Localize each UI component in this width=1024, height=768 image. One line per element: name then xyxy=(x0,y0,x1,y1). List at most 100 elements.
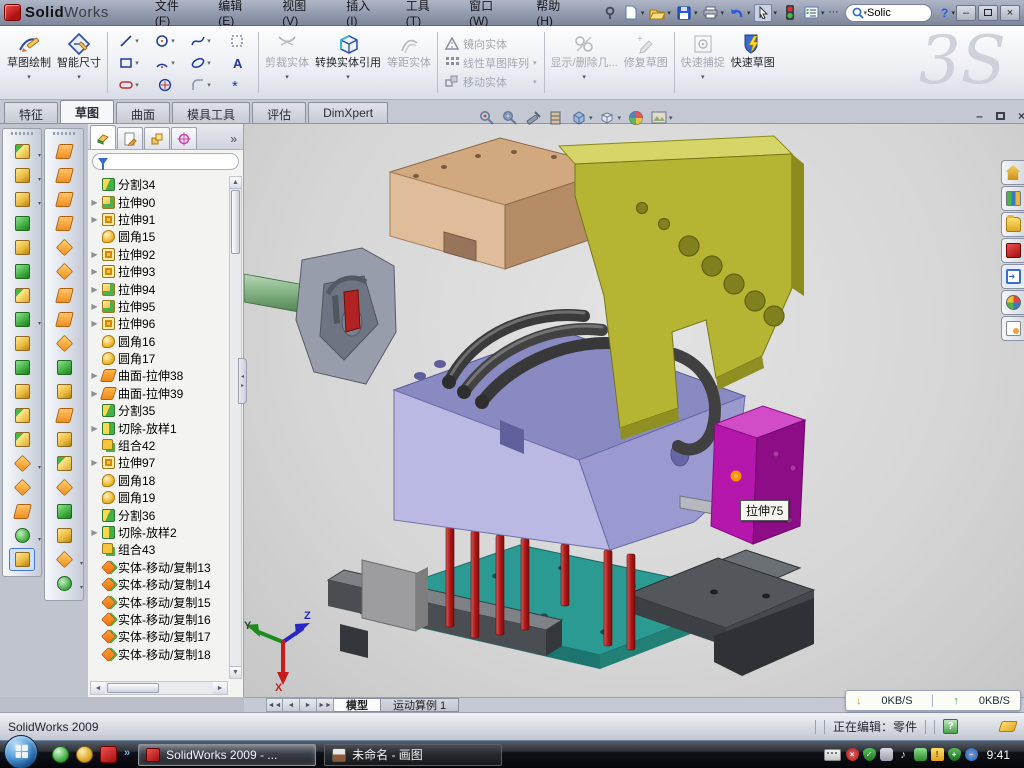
sketch-fillet-dropdown[interactable]: ▾ xyxy=(207,81,211,89)
extruded-surface-icon[interactable]: ▾ xyxy=(51,140,77,163)
sketch-fillet-icon[interactable] xyxy=(191,78,205,92)
toolbar-dropdown[interactable]: ▾ xyxy=(38,200,41,207)
reference-geometry-icon[interactable]: ▾ xyxy=(9,500,35,523)
mirror-entities-button[interactable]: 镜向实体 xyxy=(445,36,537,52)
quick-snaps-button[interactable]: 快速捕捉 ▾ xyxy=(678,28,728,97)
help-dropdown[interactable]: ▾ xyxy=(951,9,955,17)
quick-launch-overflow[interactable]: » xyxy=(124,747,130,759)
repair-sketch-button[interactable]: + 修复草图 xyxy=(621,28,671,97)
freeform-icon[interactable]: ▾ xyxy=(51,356,77,379)
knit-surface-icon[interactable]: ▾ xyxy=(51,380,77,403)
zoom-fit-icon[interactable] xyxy=(478,110,495,127)
tree-filter-input[interactable] xyxy=(92,153,239,170)
display-delete-dropdown[interactable]: ▾ xyxy=(582,71,586,84)
expand-arrow-icon[interactable]: ▶ xyxy=(90,458,99,467)
select-dropdown[interactable]: ▾ xyxy=(773,9,777,17)
smart-dimension-dropdown[interactable]: ▾ xyxy=(77,71,81,84)
quick-tips-icon[interactable]: ? xyxy=(943,719,958,734)
security-shield-icon[interactable]: ✓ xyxy=(863,748,876,761)
expand-arrow-icon[interactable]: ▶ xyxy=(90,267,99,276)
undo-dropdown[interactable]: ▾ xyxy=(747,9,751,17)
line-dropdown[interactable]: ▾ xyxy=(135,37,139,45)
convert-entities-button[interactable]: 转换实体引用 ▾ xyxy=(312,28,384,97)
close-button[interactable]: × xyxy=(1000,5,1020,21)
task-window-button[interactable]: SolidWorks 2009 - ... xyxy=(138,744,316,766)
ribbon-tab[interactable]: 曲面 xyxy=(116,102,170,123)
scroll-right-button[interactable]: ► xyxy=(213,682,227,694)
delete-face-icon[interactable]: ▾ xyxy=(51,500,77,523)
lofted-surface-icon[interactable]: ▾ xyxy=(51,212,77,235)
file-explorer-tab[interactable] xyxy=(1001,212,1024,237)
spline-icon[interactable] xyxy=(191,34,205,48)
revolved-surface-icon[interactable]: ▾ xyxy=(51,164,77,187)
options-dropdown[interactable]: ▾ xyxy=(821,9,825,17)
boundary-surface-icon[interactable]: ▾ xyxy=(51,236,77,259)
volume-icon[interactable]: ♪ xyxy=(897,748,910,761)
tree-item[interactable]: ▶ 组合42 xyxy=(90,437,228,454)
arc-icon[interactable] xyxy=(155,56,169,70)
start-button[interactable] xyxy=(4,735,38,768)
graphics-viewport[interactable]: Y Z X 拉伸75 xyxy=(244,124,1024,697)
ellipse-dropdown[interactable]: ▾ xyxy=(207,59,211,67)
expand-arrow-icon[interactable]: ▶ xyxy=(90,250,99,259)
slot-icon[interactable] xyxy=(119,78,133,92)
tree-item[interactable]: ▶ 切除-放样1 xyxy=(90,419,228,436)
configuration-manager-tab[interactable] xyxy=(144,127,170,149)
tree-item[interactable]: ▶ 实体-移动/复制15 xyxy=(90,593,228,610)
media-player-icon[interactable] xyxy=(76,746,93,763)
save-dropdown[interactable]: ▾ xyxy=(694,9,698,17)
traffic-light-icon[interactable] xyxy=(781,4,799,22)
tree-item[interactable]: ▶ 曲面-拉伸39 xyxy=(90,385,228,402)
rib-icon[interactable]: ▾ xyxy=(9,356,35,379)
scroll-thumb[interactable] xyxy=(231,190,240,254)
smart-dimension-button[interactable]: 智能尺寸 ▾ xyxy=(54,28,104,97)
swept-boss-icon[interactable]: ▾ xyxy=(9,212,35,235)
trim-dropdown[interactable]: ▾ xyxy=(285,71,289,84)
messenger-icon[interactable] xyxy=(52,746,69,763)
expand-arrow-icon[interactable]: ▶ xyxy=(90,371,99,380)
last-tab-button[interactable]: ►► xyxy=(317,698,334,712)
custom-properties-tab[interactable] xyxy=(1001,316,1024,341)
certificate-icon[interactable] xyxy=(880,748,893,761)
property-manager-tab[interactable] xyxy=(117,127,143,149)
point-icon[interactable]: * xyxy=(230,78,244,92)
hole-wizard-icon[interactable]: ▾ xyxy=(9,284,35,307)
tree-item[interactable]: ▶ 实体-移动/复制18 xyxy=(90,646,228,663)
extruded-boss-icon[interactable]: ▾ xyxy=(9,140,35,163)
tree-item[interactable]: ▶ 实体-移动/复制14 xyxy=(90,576,228,593)
toolbar-dropdown[interactable]: ▾ xyxy=(38,320,41,327)
ruled-surface-icon[interactable]: ▾ xyxy=(51,308,77,331)
tree-item[interactable]: ▶ 实体-移动/复制13 xyxy=(90,559,228,576)
doc-minimize-button[interactable]: – xyxy=(972,108,987,123)
open-dropdown[interactable]: ▾ xyxy=(667,9,671,17)
model-canvas[interactable] xyxy=(244,124,1024,697)
ribbon-tab[interactable]: 特征 xyxy=(4,102,58,123)
extend-surface-icon[interactable]: ▾ xyxy=(51,476,77,499)
untrim-surface-icon[interactable]: ▾ xyxy=(51,452,77,475)
scroll-down-button[interactable]: ▼ xyxy=(230,666,241,678)
new-dropdown[interactable]: ▾ xyxy=(641,9,645,17)
thicken-icon[interactable]: ▾ xyxy=(51,404,77,427)
circle-icon[interactable] xyxy=(155,34,169,48)
view-palette-tab[interactable] xyxy=(1001,264,1024,289)
open-icon[interactable] xyxy=(648,4,666,22)
sync-blocked-icon[interactable]: − xyxy=(965,748,978,761)
minimize-button[interactable]: – xyxy=(956,5,976,21)
hide-show-items-icon[interactable] xyxy=(599,110,616,127)
tree-item[interactable]: ▶ 圆角17 xyxy=(90,350,228,367)
ellipse-icon[interactable] xyxy=(191,56,205,70)
toolbar-dropdown[interactable]: ▾ xyxy=(80,560,83,567)
select-cursor-icon[interactable] xyxy=(754,4,772,22)
trim-entities-button[interactable]: 剪裁实体 ▾ xyxy=(262,28,312,97)
defender-icon[interactable]: + xyxy=(948,748,961,761)
scene-dropdown[interactable]: ▾ xyxy=(669,114,673,122)
spline-dropdown[interactable]: ▾ xyxy=(207,37,211,45)
selection-box-icon[interactable] xyxy=(230,34,244,48)
toolbar-dropdown[interactable]: ▾ xyxy=(38,176,41,183)
toolbar-dropdown[interactable]: ▾ xyxy=(38,536,41,543)
search-input[interactable] xyxy=(867,7,925,19)
tree-item[interactable]: ▶ 拉伸97 xyxy=(90,454,228,471)
combine-icon[interactable]: ▾ xyxy=(9,428,35,451)
expand-arrow-icon[interactable]: ▶ xyxy=(90,528,99,537)
save-icon[interactable] xyxy=(675,4,693,22)
